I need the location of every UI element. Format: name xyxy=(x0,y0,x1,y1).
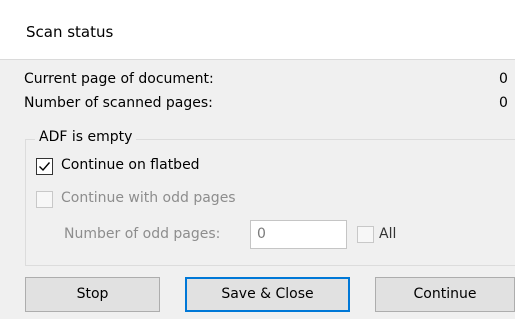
checkmark-icon xyxy=(39,162,51,172)
continue-with-odd-pages-label[interactable]: Continue with odd pages xyxy=(61,190,236,206)
save-close-button[interactable]: Save & Close xyxy=(185,277,350,312)
odd-pages-label: Number of odd pages: xyxy=(64,226,221,242)
dialog-header: Scan status xyxy=(0,0,515,60)
adf-group-legend: ADF is empty xyxy=(35,129,137,145)
scanned-pages-value: 0 xyxy=(499,95,508,111)
scanned-pages-label: Number of scanned pages: xyxy=(24,95,213,111)
continue-button[interactable]: Continue xyxy=(375,277,515,312)
continue-on-flatbed-checkbox[interactable] xyxy=(36,158,53,175)
current-page-label: Current page of document: xyxy=(24,71,214,87)
continue-with-odd-pages-checkbox[interactable] xyxy=(36,191,53,208)
dialog-title: Scan status xyxy=(26,23,114,41)
current-page-value: 0 xyxy=(499,71,508,87)
continue-on-flatbed-label[interactable]: Continue on flatbed xyxy=(61,157,200,173)
odd-pages-input[interactable]: 0 xyxy=(250,220,347,249)
all-label[interactable]: All xyxy=(379,226,396,242)
all-checkbox[interactable] xyxy=(357,226,374,243)
stop-button[interactable]: Stop xyxy=(25,277,160,312)
